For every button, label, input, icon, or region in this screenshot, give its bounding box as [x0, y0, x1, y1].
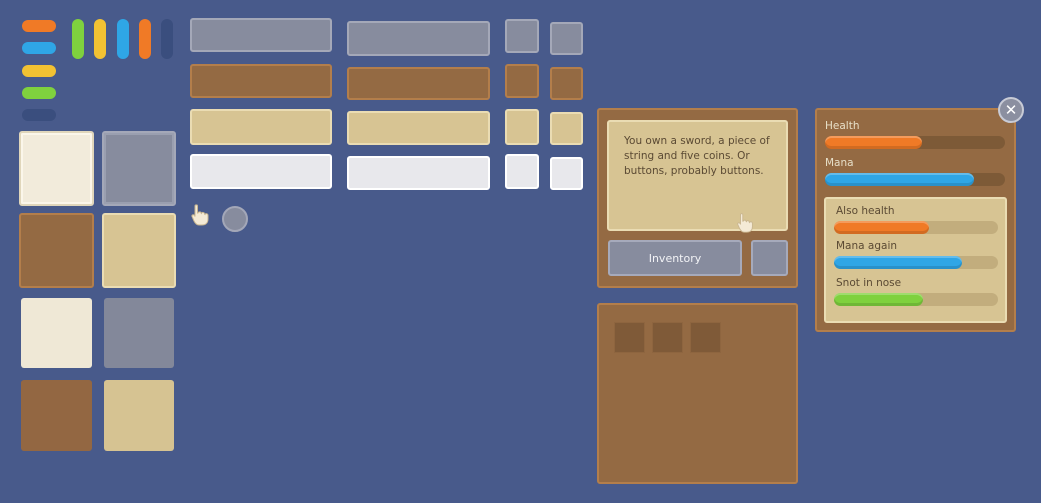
orange-horizontal-pill: [22, 20, 56, 32]
also-health-label: Also health: [836, 205, 895, 217]
mana-again-bar-fill: [834, 256, 962, 269]
gray-small-square: [505, 19, 539, 53]
white-wide-bar-alt: [347, 156, 490, 190]
mana-again-bar: [834, 256, 998, 269]
tan-wide-bar-alt: [347, 111, 490, 145]
health-label: Health: [825, 120, 860, 132]
tan-tile: [102, 213, 176, 288]
gray-wide-bar: [190, 18, 332, 52]
tan-small-square-alt: [550, 112, 583, 145]
health-bar-fill: [825, 136, 923, 149]
mana-label: Mana: [825, 157, 854, 169]
inventory-panel: [597, 303, 798, 484]
inventory-slot[interactable]: [690, 322, 721, 353]
brown-tile: [19, 213, 94, 288]
snot-in-nose-bar: [834, 293, 998, 306]
green-vertical-pill: [72, 19, 84, 59]
brown-wide-bar-alt: [347, 67, 490, 100]
brown-wide-bar: [190, 64, 332, 98]
navy-horizontal-pill: [22, 109, 56, 121]
dialog-panel: You own a sword, a piece of string and f…: [597, 108, 798, 288]
white-wide-bar: [190, 154, 332, 189]
pointer-hand-icon: [189, 203, 213, 227]
tan-small-square: [505, 109, 539, 145]
white-small-square: [505, 154, 539, 189]
close-icon[interactable]: ✕: [998, 97, 1024, 123]
brown-tile-flat: [21, 380, 92, 451]
mana-again-label: Mana again: [836, 240, 898, 252]
cream-tile-highlighted: [19, 131, 94, 206]
yellow-vertical-pill: [94, 19, 106, 59]
brown-small-square: [505, 64, 539, 98]
mana-bar-fill: [825, 173, 975, 186]
white-small-square-alt: [550, 157, 583, 190]
gray-tile-highlighted: [102, 131, 176, 206]
also-health-bar-fill: [834, 221, 930, 234]
blue-horizontal-pill: [22, 42, 56, 54]
pointer-hand-icon: [735, 212, 757, 234]
horizontal-pill-set: [18, 16, 62, 126]
snot-in-nose-label: Snot in nose: [836, 277, 902, 289]
vertical-pill-set: [68, 16, 178, 62]
health-bar: [825, 136, 1005, 149]
gray-wide-bar-alt: [347, 21, 490, 56]
blue-vertical-pill: [117, 19, 129, 59]
circle-button-icon[interactable]: [222, 206, 248, 232]
also-health-bar: [834, 221, 998, 234]
yellow-horizontal-pill: [22, 65, 56, 77]
dialog-text: You own a sword, a piece of string and f…: [624, 135, 770, 177]
green-horizontal-pill: [22, 87, 56, 99]
square-button[interactable]: [751, 240, 788, 276]
tan-tile-flat: [104, 380, 174, 451]
gray-small-square-alt: [550, 22, 583, 55]
snot-in-nose-bar-fill: [834, 293, 923, 306]
brown-small-square-alt: [550, 67, 583, 100]
navy-vertical-pill: [161, 19, 173, 59]
dialog-text-box: You own a sword, a piece of string and f…: [607, 120, 788, 234]
tan-wide-bar: [190, 109, 332, 145]
stats-panel: Health Mana Also health Mana again Snot …: [815, 108, 1016, 332]
inventory-button[interactable]: Inventory: [608, 240, 742, 276]
orange-vertical-pill: [139, 19, 151, 59]
mana-bar: [825, 173, 1005, 186]
cream-tile-flat: [21, 298, 92, 368]
inventory-slot[interactable]: [614, 322, 645, 353]
gray-tile-flat: [104, 298, 174, 368]
inventory-slot[interactable]: [652, 322, 683, 353]
inner-stats-box: Also health Mana again Snot in nose: [824, 197, 1007, 323]
